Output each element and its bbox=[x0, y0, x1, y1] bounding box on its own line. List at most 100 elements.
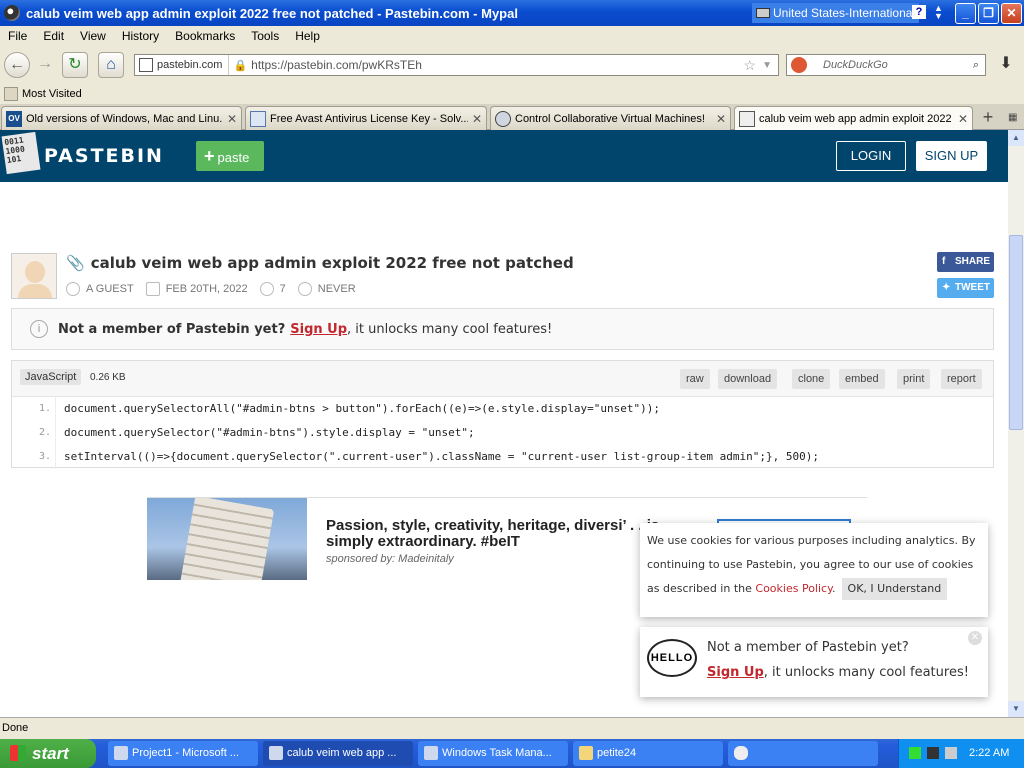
menu-view[interactable]: View bbox=[72, 29, 114, 43]
facebook-icon: f bbox=[942, 256, 946, 267]
network-icon[interactable] bbox=[927, 747, 939, 759]
clone-button[interactable]: clone bbox=[792, 369, 831, 389]
new-tab-button[interactable]: + bbox=[976, 108, 1000, 128]
duckduckgo-icon[interactable] bbox=[791, 57, 807, 73]
code-line: 1. document.querySelectorAll("#admin-btn… bbox=[12, 397, 993, 421]
syntax-badge[interactable]: JavaScript bbox=[20, 369, 82, 385]
menu-help[interactable]: Help bbox=[287, 29, 328, 43]
url-text[interactable]: https://pastebin.com/pwKRsTEh bbox=[251, 58, 743, 72]
taskbar-item-petite24[interactable]: petite24 bbox=[573, 741, 723, 766]
avatar-body bbox=[18, 284, 52, 298]
cookie-ok-button[interactable]: OK, I Understand bbox=[841, 578, 948, 600]
system-tray: 2:22 AM bbox=[898, 739, 1024, 768]
page-scrollbar[interactable]: ▲ ▼ bbox=[1008, 130, 1024, 717]
menu-tools[interactable]: Tools bbox=[243, 29, 287, 43]
search-icon[interactable]: ⌕ bbox=[973, 59, 979, 72]
new-paste-button[interactable]: + paste bbox=[196, 141, 264, 171]
tab-label: calub veim web app admin exploit 2022 ..… bbox=[759, 112, 954, 125]
tweet-label: TWEET bbox=[955, 282, 990, 293]
reload-button[interactable]: ↻ bbox=[62, 52, 88, 78]
tab-close-icon[interactable]: ✕ bbox=[716, 112, 726, 126]
paste-title-text: calub veim web app admin exploit 2022 fr… bbox=[90, 254, 574, 272]
minimize-button[interactable]: _ bbox=[955, 3, 976, 24]
raw-button[interactable]: raw bbox=[680, 369, 710, 389]
calendar-icon bbox=[145, 282, 160, 296]
volume-icon[interactable] bbox=[945, 747, 957, 759]
language-bar-options-icon[interactable]: ▲ ▼ bbox=[934, 4, 943, 21]
taskbar-item-browser[interactable]: calub veim web app ... bbox=[263, 741, 413, 766]
pastebin-logo-icon[interactable]: 0011 1000 101 bbox=[1, 131, 41, 175]
windows-taskbar: start Project1 - Microsoft ... calub vei… bbox=[0, 739, 1024, 768]
report-button[interactable]: report bbox=[941, 369, 982, 389]
navigation-toolbar: ← → ↻ ⌂ pastebin.com 🔒 https://pastebin.… bbox=[0, 46, 1024, 84]
maximize-button[interactable]: ❐ bbox=[978, 3, 999, 24]
tab-close-icon[interactable]: ✕ bbox=[472, 112, 482, 126]
downloads-button[interactable]: ⬇ bbox=[992, 52, 1020, 78]
search-placeholder[interactable]: DuckDuckGo bbox=[823, 59, 973, 71]
url-dropdown-icon[interactable]: ▼ bbox=[762, 60, 772, 71]
bookmark-most-visited[interactable]: Most Visited bbox=[22, 88, 82, 100]
pastebin-brand[interactable]: PASTEBIN bbox=[44, 145, 164, 167]
twitter-tweet-button[interactable]: ✦ TWEET bbox=[937, 278, 994, 298]
menu-file[interactable]: File bbox=[0, 29, 35, 43]
signup-popup-rest: , it unlocks many cool features! bbox=[763, 665, 969, 680]
system-clock[interactable]: 2:22 AM bbox=[969, 747, 1009, 759]
start-label: start bbox=[32, 744, 69, 763]
signup-button[interactable]: SIGN UP bbox=[916, 141, 987, 171]
code-box: JavaScript 0.26 KB raw download clone em… bbox=[11, 360, 994, 469]
site-identity-button[interactable]: pastebin.com bbox=[135, 55, 230, 75]
ad-image-tower[interactable] bbox=[147, 498, 307, 580]
cookies-policy-link[interactable]: Cookies Policy bbox=[755, 582, 832, 595]
paste-author: A GUEST bbox=[86, 283, 134, 295]
back-button[interactable]: ← bbox=[4, 52, 30, 78]
bookmark-star-icon[interactable]: ☆ bbox=[744, 57, 757, 74]
menu-bookmarks[interactable]: Bookmarks bbox=[167, 29, 243, 43]
paperclip-icon: 📎 bbox=[66, 254, 85, 272]
scroll-thumb[interactable] bbox=[1009, 235, 1023, 430]
tab-close-icon[interactable]: ✕ bbox=[227, 112, 237, 126]
line-number: 3. bbox=[12, 445, 56, 469]
print-button[interactable]: print bbox=[897, 369, 931, 389]
code-text: document.querySelector("#admin-btns").st… bbox=[64, 426, 475, 439]
scroll-down-icon[interactable]: ▼ bbox=[1008, 701, 1024, 717]
scroll-up-icon[interactable]: ▲ bbox=[1008, 130, 1024, 146]
signup-popup-link[interactable]: Sign Up bbox=[707, 665, 764, 680]
tab-pastebin-active[interactable]: calub veim web app admin exploit 2022 ..… bbox=[734, 106, 973, 130]
status-text: Done bbox=[2, 722, 29, 734]
taskbar-item-project1[interactable]: Project1 - Microsoft ... bbox=[108, 741, 258, 766]
tab-old-versions[interactable]: OV Old versions of Windows, Mac and Linu… bbox=[1, 106, 242, 130]
menu-edit[interactable]: Edit bbox=[35, 29, 72, 43]
language-indicator[interactable]: United States-International bbox=[752, 3, 920, 23]
search-box[interactable]: DuckDuckGo ⌕ bbox=[786, 54, 986, 76]
menu-history[interactable]: History bbox=[114, 29, 167, 43]
list-all-tabs-icon[interactable]: ▦ bbox=[1008, 112, 1017, 123]
back-arrow-icon: ← bbox=[9, 56, 25, 73]
home-button[interactable]: ⌂ bbox=[98, 52, 124, 78]
tab-close-icon[interactable]: ✕ bbox=[958, 112, 968, 126]
start-button[interactable]: start bbox=[0, 739, 96, 768]
taskbar-item-mouse[interactable] bbox=[728, 741, 878, 766]
facebook-share-button[interactable]: f SHARE bbox=[937, 252, 994, 272]
tray-green-icon[interactable] bbox=[909, 747, 921, 759]
login-button[interactable]: LOGIN bbox=[836, 141, 906, 171]
forward-button[interactable]: → bbox=[32, 52, 58, 78]
plus-icon: + bbox=[204, 146, 215, 166]
taskbar-item-task-manager[interactable]: Windows Task Mana... bbox=[418, 741, 568, 766]
page-title: 📎 calub veim web app admin exploit 2022 f… bbox=[66, 254, 574, 272]
tab-strip: OV Old versions of Windows, Mac and Linu… bbox=[0, 104, 1024, 130]
mouse-icon bbox=[734, 746, 748, 760]
notice-signup-link[interactable]: Sign Up bbox=[290, 322, 347, 337]
close-popup-icon[interactable]: ✕ bbox=[968, 631, 982, 645]
info-icon: i bbox=[30, 320, 48, 338]
code-text: setInterval(()=>{document.querySelector(… bbox=[64, 450, 819, 463]
code-line: 3. setInterval(()=>{document.querySelect… bbox=[12, 445, 993, 469]
window-titlebar: calub veim web app admin exploit 2022 fr… bbox=[0, 0, 1024, 26]
tab-control-vms[interactable]: Control Collaborative Virtual Machines! … bbox=[490, 106, 731, 130]
embed-button[interactable]: embed bbox=[839, 369, 885, 389]
close-window-button[interactable]: ✕ bbox=[1001, 3, 1022, 24]
twitter-icon: ✦ bbox=[942, 282, 951, 293]
download-button[interactable]: download bbox=[718, 369, 778, 389]
tab-free-avast[interactable]: Free Avast Antivirus License Key - Solv.… bbox=[245, 106, 487, 130]
address-bar[interactable]: pastebin.com 🔒 https://pastebin.com/pwKR… bbox=[134, 54, 779, 76]
language-help-icon[interactable]: ? bbox=[912, 5, 926, 19]
